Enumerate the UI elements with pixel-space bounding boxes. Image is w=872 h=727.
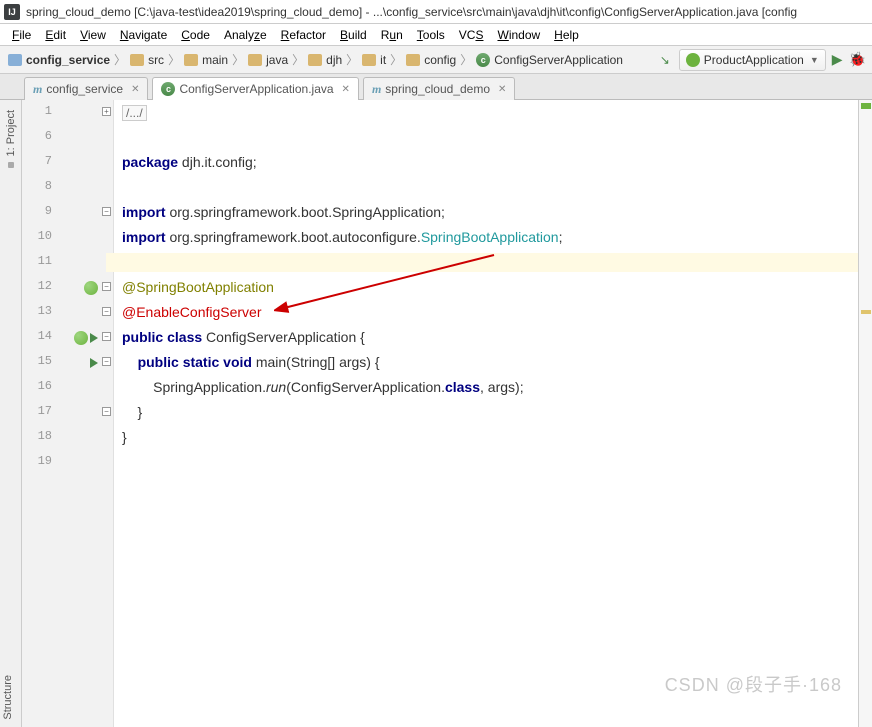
- menu-bar: File Edit View Navigate Code Analyze Ref…: [0, 24, 872, 46]
- folder-icon: [362, 54, 376, 66]
- editor-tabs: m config_service ✕ c ConfigServerApplica…: [0, 74, 872, 100]
- line-number: 1: [22, 104, 52, 118]
- line-number: 15: [22, 354, 52, 368]
- build-icon[interactable]: ↘: [657, 52, 673, 68]
- line-number: 7: [22, 154, 52, 168]
- menu-tools[interactable]: Tools: [411, 26, 451, 44]
- class-icon: c: [161, 82, 175, 96]
- menu-edit[interactable]: Edit: [39, 26, 72, 44]
- crumb-module[interactable]: config_service: [6, 53, 112, 67]
- line-number: 13: [22, 304, 52, 318]
- line-number: 12: [22, 279, 52, 293]
- toolbar-right: ↘ ProductApplication ▼ ▶ 🐞: [657, 49, 866, 71]
- close-icon[interactable]: ✕: [498, 84, 506, 95]
- highlighted-line: [106, 253, 872, 272]
- spring-icon: [686, 53, 700, 67]
- menu-window[interactable]: Window: [491, 26, 546, 44]
- menu-navigate[interactable]: Navigate: [114, 26, 173, 44]
- code-editor[interactable]: 1 6 7 8 9 10 11 12 13 14 15 16 17 18 19 …: [22, 100, 872, 727]
- line-number: 11: [22, 254, 52, 268]
- line-number: 14: [22, 329, 52, 343]
- fold-toggle-icon[interactable]: −: [102, 282, 111, 291]
- code-content[interactable]: /.../ package djh.it.config; import org.…: [114, 100, 872, 727]
- spring-bean-gutter-icon[interactable]: [62, 279, 102, 297]
- fold-toggle-icon[interactable]: −: [102, 357, 111, 366]
- editor-area: 1: Project 1 6 7 8 9 10 11 12 13 14 15 1…: [0, 100, 872, 727]
- run-class-gutter-icon[interactable]: [62, 329, 102, 347]
- window-title: spring_cloud_demo [C:\java-test\idea2019…: [26, 5, 797, 19]
- close-icon[interactable]: ✕: [342, 84, 350, 95]
- tool-structure[interactable]: Structure: [2, 675, 14, 720]
- menu-vcs[interactable]: VCS: [453, 26, 490, 44]
- tab-config-server-application[interactable]: c ConfigServerApplication.java ✕: [152, 77, 358, 100]
- crumb-djh[interactable]: djh: [306, 53, 344, 67]
- right-error-stripe[interactable]: [858, 100, 872, 727]
- crumb-it[interactable]: it: [360, 53, 388, 67]
- tab-spring-cloud-demo[interactable]: m spring_cloud_demo ✕: [363, 77, 515, 100]
- line-number: 9: [22, 204, 52, 218]
- line-number: 10: [22, 229, 52, 243]
- tool-project[interactable]: 1: Project: [5, 110, 17, 156]
- fold-toggle-icon[interactable]: −: [102, 407, 111, 416]
- maven-icon: m: [372, 82, 381, 97]
- menu-build[interactable]: Build: [334, 26, 373, 44]
- chevron-down-icon: ▼: [810, 55, 819, 65]
- folder-icon: [308, 54, 322, 66]
- line-number: 19: [22, 454, 52, 468]
- menu-analyze[interactable]: Analyze: [218, 26, 273, 44]
- crumb-main[interactable]: main: [182, 53, 230, 67]
- menu-code[interactable]: Code: [175, 26, 216, 44]
- crumb-config[interactable]: config: [404, 53, 458, 67]
- run-icon[interactable]: ▶: [832, 51, 843, 68]
- run-configuration-dropdown[interactable]: ProductApplication ▼: [679, 49, 826, 71]
- fold-toggle-icon[interactable]: −: [102, 207, 111, 216]
- maven-icon: m: [33, 82, 42, 97]
- title-bar: IJ spring_cloud_demo [C:\java-test\idea2…: [0, 0, 872, 24]
- line-number: 8: [22, 179, 52, 193]
- close-icon[interactable]: ✕: [131, 84, 139, 95]
- folder-icon: [248, 54, 262, 66]
- tool-separator: [8, 162, 14, 168]
- menu-file[interactable]: File: [6, 26, 37, 44]
- menu-help[interactable]: Help: [548, 26, 585, 44]
- breadcrumbs: config_service〉 src〉 main〉 java〉 djh〉 it…: [6, 51, 657, 68]
- left-tool-strip: 1: Project: [0, 100, 22, 727]
- gutter: 1 6 7 8 9 10 11 12 13 14 15 16 17 18 19 …: [22, 100, 114, 727]
- fold-toggle-icon[interactable]: +: [102, 107, 111, 116]
- menu-refactor[interactable]: Refactor: [275, 26, 332, 44]
- status-ok-marker: [861, 103, 871, 109]
- menu-run[interactable]: Run: [375, 26, 409, 44]
- crumb-class[interactable]: cConfigServerApplication: [474, 53, 625, 67]
- navigation-bar: config_service〉 src〉 main〉 java〉 djh〉 it…: [0, 46, 872, 74]
- fold-toggle-icon[interactable]: −: [102, 332, 111, 341]
- crumb-src[interactable]: src: [128, 53, 166, 67]
- debug-icon[interactable]: 🐞: [849, 51, 866, 68]
- folder-icon: [406, 54, 420, 66]
- class-icon: c: [476, 53, 490, 67]
- warning-marker[interactable]: [861, 310, 871, 314]
- folder-icon: [184, 54, 198, 66]
- run-main-gutter-icon[interactable]: [62, 354, 102, 372]
- module-icon: [8, 54, 22, 66]
- line-number: 18: [22, 429, 52, 443]
- line-number: 6: [22, 129, 52, 143]
- intellij-icon: IJ: [4, 4, 20, 20]
- line-number: 16: [22, 379, 52, 393]
- fold-toggle-icon[interactable]: −: [102, 307, 111, 316]
- line-number: 17: [22, 404, 52, 418]
- menu-view[interactable]: View: [74, 26, 112, 44]
- tab-config-service[interactable]: m config_service ✕: [24, 77, 148, 100]
- folded-region[interactable]: /.../: [122, 105, 147, 121]
- crumb-java[interactable]: java: [246, 53, 290, 67]
- run-config-label: ProductApplication: [704, 53, 804, 67]
- folder-icon: [130, 54, 144, 66]
